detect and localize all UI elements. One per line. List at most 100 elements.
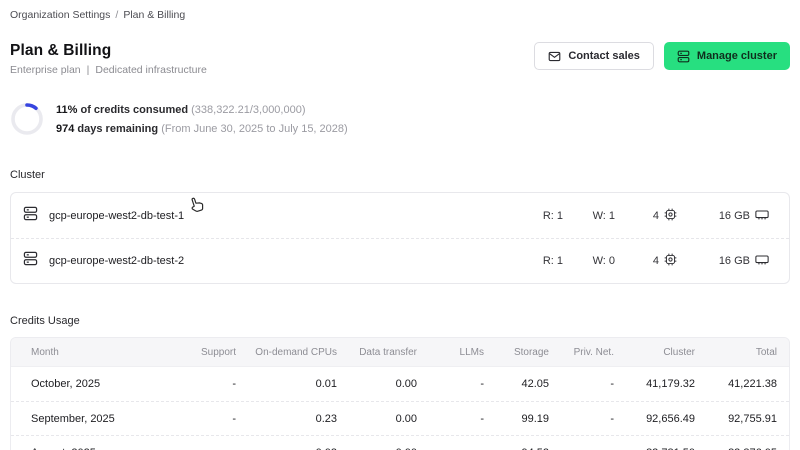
cpu-count: 4 xyxy=(615,253,677,269)
column-header-llms: LLMs xyxy=(419,347,486,358)
column-header-support: Support xyxy=(181,347,238,358)
page-subtitle: Enterprise plan | Dedicated infrastructu… xyxy=(10,64,207,76)
contact-sales-button[interactable]: Contact sales xyxy=(534,42,654,70)
credits-consumed-text: of credits consumed xyxy=(80,104,188,116)
database-icon xyxy=(23,251,38,271)
credits-usage-table: Month Support On-demand CPUs Data transf… xyxy=(10,337,790,450)
credits-days-detail: (From June 30, 2025 to July 15, 2028) xyxy=(161,123,348,135)
contact-sales-label: Contact sales xyxy=(568,50,640,62)
usage-table-body: October, 2025 - 0.01 0.00 - 42.05 - 41,1… xyxy=(11,366,789,450)
cluster-name: gcp-europe-west2-db-test-2 xyxy=(49,255,184,267)
on-demand-cpus-cell: 0.03 xyxy=(238,447,339,450)
month-cell: August, 2025 xyxy=(21,447,181,450)
total-cell: 41,221.38 xyxy=(697,378,779,390)
credits-days-text: days remaining xyxy=(77,123,158,135)
header-actions: Contact sales Manage cluster xyxy=(534,42,790,70)
cluster-name: gcp-europe-west2-db-test-1 xyxy=(49,210,184,222)
llms-cell: - xyxy=(419,413,486,425)
column-header-data-transfer: Data transfer xyxy=(339,347,419,358)
envelope-icon xyxy=(548,50,561,63)
breadcrumb-separator: / xyxy=(115,9,118,21)
memory-ram-icon xyxy=(755,208,769,224)
breadcrumb: Organization Settings / Plan & Billing xyxy=(10,0,790,21)
month-cell: October, 2025 xyxy=(21,378,181,390)
credits-days-line: 974 days remaining (From June 30, 2025 t… xyxy=(56,123,348,135)
credits-text: 11% of credits consumed (338,322.21/3,00… xyxy=(56,104,348,135)
priv-net-cell: - xyxy=(551,413,616,425)
title-block: Plan & Billing Enterprise plan | Dedicat… xyxy=(10,42,207,76)
support-cell: - xyxy=(181,447,238,450)
support-cell: - xyxy=(181,378,238,390)
cpu-count: 4 xyxy=(615,208,677,224)
cpu-chip-icon xyxy=(664,208,677,224)
credits-usage-section-label: Credits Usage xyxy=(10,315,790,327)
cluster-stats: R: 1 W: 1 4 xyxy=(517,208,769,224)
breadcrumb-plan-billing[interactable]: Plan & Billing xyxy=(123,9,185,21)
usage-row-october: October, 2025 - 0.01 0.00 - 42.05 - 41,1… xyxy=(11,367,789,401)
cpu-count-value: 4 xyxy=(653,255,659,267)
cpu-count-value: 4 xyxy=(653,210,659,222)
memory-amount: 16 GB xyxy=(677,208,769,224)
column-header-cluster: Cluster xyxy=(616,347,697,358)
cluster-name-wrap: gcp-europe-west2-db-test-1 xyxy=(23,206,517,226)
usage-table-header: Month Support On-demand CPUs Data transf… xyxy=(11,338,789,366)
usage-row-august: August, 2025 - 0.03 0.00 - 94.52 - 82,78… xyxy=(11,435,789,450)
column-header-on-demand-cpus: On-demand CPUs xyxy=(238,347,339,358)
on-demand-cpus-cell: 0.01 xyxy=(238,378,339,390)
manage-cluster-button[interactable]: Manage cluster xyxy=(664,42,790,70)
subtitle-separator: | xyxy=(87,64,90,76)
memory-ram-icon xyxy=(755,253,769,269)
data-transfer-cell: 0.00 xyxy=(339,447,419,450)
storage-cell: 42.05 xyxy=(486,378,551,390)
write-replicas-value: W: 0 xyxy=(563,255,615,267)
database-icon xyxy=(23,206,38,226)
page-header: Plan & Billing Enterprise plan | Dedicat… xyxy=(10,42,790,76)
credits-consumed-detail: (338,322.21/3,000,000) xyxy=(191,104,305,116)
database-icon xyxy=(677,50,690,63)
priv-net-cell: - xyxy=(551,378,616,390)
cluster-cell: 92,656.49 xyxy=(616,413,697,425)
manage-cluster-label: Manage cluster xyxy=(697,50,777,62)
on-demand-cpus-cell: 0.23 xyxy=(238,413,339,425)
cluster-cell: 41,179.32 xyxy=(616,378,697,390)
storage-cell: 94.52 xyxy=(486,447,551,450)
column-header-storage: Storage xyxy=(486,347,551,358)
data-transfer-cell: 0.00 xyxy=(339,378,419,390)
memory-value: 16 GB xyxy=(719,210,750,222)
cluster-row-1[interactable]: gcp-europe-west2-db-test-1 R: 1 W: 1 4 xyxy=(11,193,789,238)
llms-cell: - xyxy=(419,378,486,390)
column-header-total: Total xyxy=(697,347,779,358)
write-replicas-value: W: 1 xyxy=(563,210,615,222)
priv-net-cell: - xyxy=(551,447,616,450)
read-replicas-value: R: 1 xyxy=(517,255,563,267)
plan-billing-page: Organization Settings / Plan & Billing P… xyxy=(0,0,800,450)
storage-cell: 99.19 xyxy=(486,413,551,425)
credits-donut xyxy=(10,102,44,136)
credits-consumed-line: 11% of credits consumed (338,322.21/3,00… xyxy=(56,104,348,116)
cluster-section-label: Cluster xyxy=(10,169,790,181)
subtitle-infrastructure: Dedicated infrastructure xyxy=(95,64,206,76)
month-cell: September, 2025 xyxy=(21,413,181,425)
memory-amount: 16 GB xyxy=(677,253,769,269)
credits-summary: 11% of credits consumed (338,322.21/3,00… xyxy=(10,102,790,136)
breadcrumb-org-settings[interactable]: Organization Settings xyxy=(10,9,110,21)
llms-cell: - xyxy=(419,447,486,450)
subtitle-plan: Enterprise plan xyxy=(10,64,81,76)
total-cell: 82,876.05 xyxy=(697,447,779,450)
support-cell: - xyxy=(181,413,238,425)
cluster-stats: R: 1 W: 0 4 xyxy=(517,253,769,269)
cluster-name-wrap: gcp-europe-west2-db-test-2 xyxy=(23,251,517,271)
total-cell: 92,755.91 xyxy=(697,413,779,425)
read-replicas-value: R: 1 xyxy=(517,210,563,222)
memory-value: 16 GB xyxy=(719,255,750,267)
credits-days: 974 xyxy=(56,123,74,135)
usage-row-september: September, 2025 - 0.23 0.00 - 99.19 - 92… xyxy=(11,401,789,435)
cluster-cell: 82,781.50 xyxy=(616,447,697,450)
cluster-row-2[interactable]: gcp-europe-west2-db-test-2 R: 1 W: 0 4 xyxy=(11,238,789,283)
cluster-card: gcp-europe-west2-db-test-1 R: 1 W: 1 4 xyxy=(10,192,790,284)
cpu-chip-icon xyxy=(664,253,677,269)
column-header-month: Month xyxy=(21,347,181,358)
credits-percent: 11% xyxy=(56,104,77,116)
page-title: Plan & Billing xyxy=(10,42,207,60)
column-header-priv-net: Priv. Net. xyxy=(551,347,616,358)
